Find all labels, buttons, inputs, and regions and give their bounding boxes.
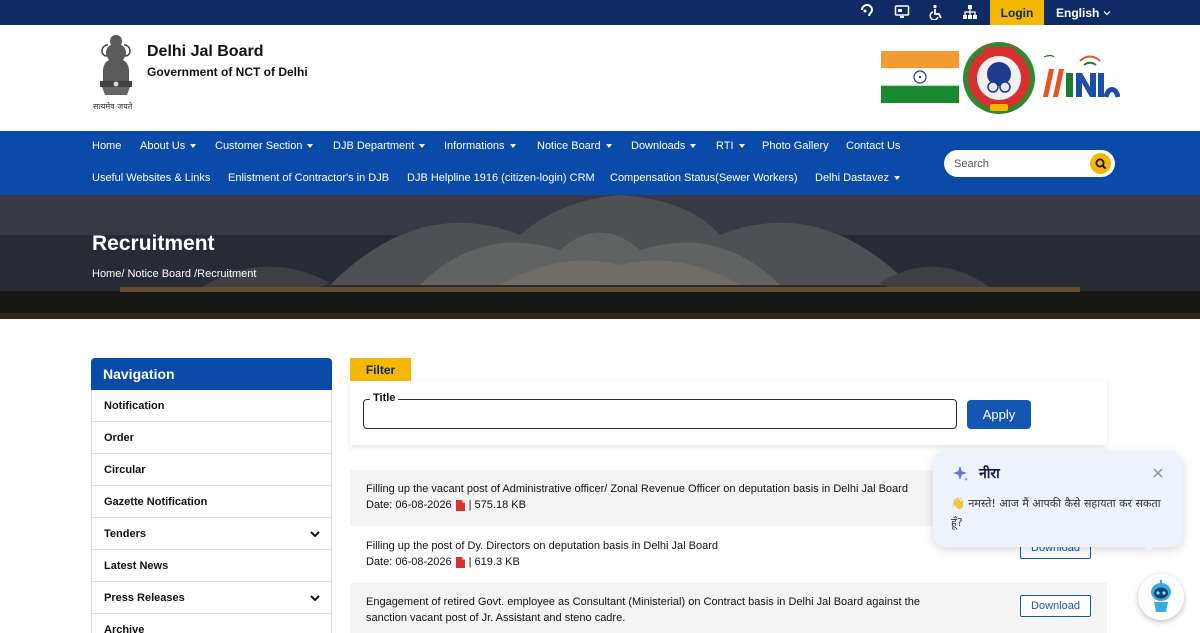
nav-item-photo-gallery[interactable]: Photo Gallery [762, 140, 829, 152]
screen-reader-icon[interactable] [857, 3, 877, 21]
record-title-link[interactable]: Engagement of retired Govt. employee as … [366, 596, 920, 608]
top-utility-bar: Login English [0, 0, 1200, 25]
sidebar-navigation: Navigation Notification Order Circular Gaze… [91, 358, 332, 633]
search-input[interactable] [954, 154, 1084, 173]
title-label: Title [370, 392, 399, 404]
record-size: | 575.18 KB [468, 499, 526, 511]
chat-greeting: 👋 नमस्ते! आज मैं आपकी कैसे सहायता कर सकत… [951, 497, 1161, 529]
caret-down-icon [307, 144, 314, 148]
chat-popup: नीरा 👋 नमस्ते! आज मैं आपकी कैसे सहायता क… [933, 451, 1183, 552]
chevron-down-icon[interactable] [309, 528, 321, 540]
table-row: Engagement of retired Govt. employee as … [350, 583, 1107, 633]
india-flag-icon [881, 51, 959, 103]
chevron-down-icon[interactable] [309, 592, 321, 604]
page-banner: Recruitment Home/ Notice Board /Recruitm… [0, 195, 1200, 319]
record-date: Date: 06-08-2026 [366, 556, 452, 568]
monitor-icon[interactable] [892, 3, 912, 21]
nav-item-enlistment-of-contractor-s-in-djb[interactable]: Enlistment of Contractor's in DJB [228, 172, 389, 184]
record-size: | 619.3 KB [468, 556, 520, 568]
title-input[interactable] [372, 405, 947, 424]
download-button[interactable]: Download [1020, 595, 1091, 617]
sidebar-item-gazette-notification[interactable]: Gazette Notification [91, 486, 332, 518]
sidebar-item-latest-news[interactable]: Latest News [91, 550, 332, 582]
lotus-temple-banner-image [0, 195, 1200, 319]
sidebar-item-notification[interactable]: Notification [91, 390, 332, 422]
sidebar-item-archive[interactable]: Archive [91, 614, 332, 633]
search-box [944, 150, 1115, 177]
pdf-icon[interactable] [455, 499, 465, 511]
page-title: Recruitment [92, 232, 215, 255]
nav-item-home[interactable]: Home [92, 140, 121, 152]
caret-down-icon [690, 144, 697, 148]
sidebar-item-tenders[interactable]: Tenders [91, 518, 332, 550]
caret-down-icon [605, 144, 612, 148]
nav-item-rti[interactable]: RTI [716, 140, 745, 152]
nav-item-useful-websites-links[interactable]: Useful Websites & Links [92, 172, 210, 184]
search-icon [1095, 158, 1106, 169]
record-meta: Date: 06-08-2026 | 575.18 KB [366, 499, 526, 511]
national-emblem-icon[interactable] [92, 31, 140, 111]
nav-item-downloads[interactable]: Downloads [631, 140, 697, 152]
pdf-icon[interactable] [455, 556, 465, 568]
cyber-dost-logo-icon[interactable] [962, 41, 1036, 115]
caret-down-icon [738, 144, 745, 148]
record-meta: Date: 06-08-2026 | 619.3 KB [366, 556, 520, 568]
nav-item-delhi-dastavez[interactable]: Delhi Dastavez [815, 172, 900, 184]
search-button[interactable] [1090, 153, 1111, 174]
sitemap-icon[interactable] [960, 3, 980, 21]
accessibility-icon[interactable] [926, 3, 946, 21]
caret-down-icon [893, 176, 900, 180]
record-date: Date: 06-08-2026 [366, 499, 452, 511]
title-field [363, 399, 957, 429]
caret-down-icon [419, 144, 426, 148]
org-name[interactable]: Delhi Jal Board [147, 43, 263, 61]
robot-avatar-icon [1138, 574, 1184, 620]
record-title-link[interactable]: Filling up the post of Dy. Directors on … [366, 540, 718, 552]
caret-down-icon [190, 144, 197, 148]
record-title-line2[interactable]: sanction vacant post of Jr. Assistant an… [366, 612, 625, 624]
chevron-down-icon [1103, 10, 1111, 15]
site-header: सत्यमेव जयते Delhi Jal Board Government … [0, 25, 1200, 131]
sidebar-item-order[interactable]: Order [91, 422, 332, 454]
nav-item-compensation-status-sewer-workers[interactable]: Compensation Status(Sewer Workers) [610, 172, 797, 184]
chat-assistant-name: नीरा [979, 466, 1000, 482]
org-subtitle: Government of NCT of Delhi [147, 65, 308, 79]
sidebar-item-press-releases[interactable]: Press Releases [91, 582, 332, 614]
language-selector[interactable]: English [1056, 0, 1111, 25]
sparkle-icon [953, 466, 969, 482]
login-button[interactable]: Login [990, 0, 1044, 25]
nav-item-informations[interactable]: Informations [444, 140, 516, 152]
emblem-motto: सत्यमेव जयते [93, 102, 133, 111]
sidebar-heading: Navigation [91, 358, 332, 390]
nav-item-notice-board[interactable]: Notice Board [537, 140, 612, 152]
sidebar-item-circular[interactable]: Circular [91, 454, 332, 486]
close-icon[interactable] [1151, 466, 1165, 480]
digital-india-logo-icon[interactable] [1040, 51, 1120, 107]
breadcrumb[interactable]: Home/ Notice Board /Recruitment [92, 268, 256, 280]
filter-tab[interactable]: Filter [350, 358, 411, 382]
caret-down-icon [509, 144, 516, 148]
nav-item-djb-helpline-1916-citizen-login-crm[interactable]: DJB Helpline 1916 (citizen-login) CRM [407, 172, 595, 184]
nav-item-customer-section[interactable]: Customer Section [215, 140, 314, 152]
chat-tail [1141, 543, 1157, 552]
apply-button[interactable]: Apply [967, 400, 1031, 429]
nav-item-contact-us[interactable]: Contact Us [846, 140, 900, 152]
nav-item-about-us[interactable]: About Us [140, 140, 197, 152]
filter-panel: Title Apply [350, 381, 1107, 445]
record-title-link[interactable]: Filling up the vacant post of Administra… [366, 483, 908, 495]
nav-item-djb-department[interactable]: DJB Department [333, 140, 426, 152]
chatbot-launcher[interactable] [1138, 574, 1184, 620]
